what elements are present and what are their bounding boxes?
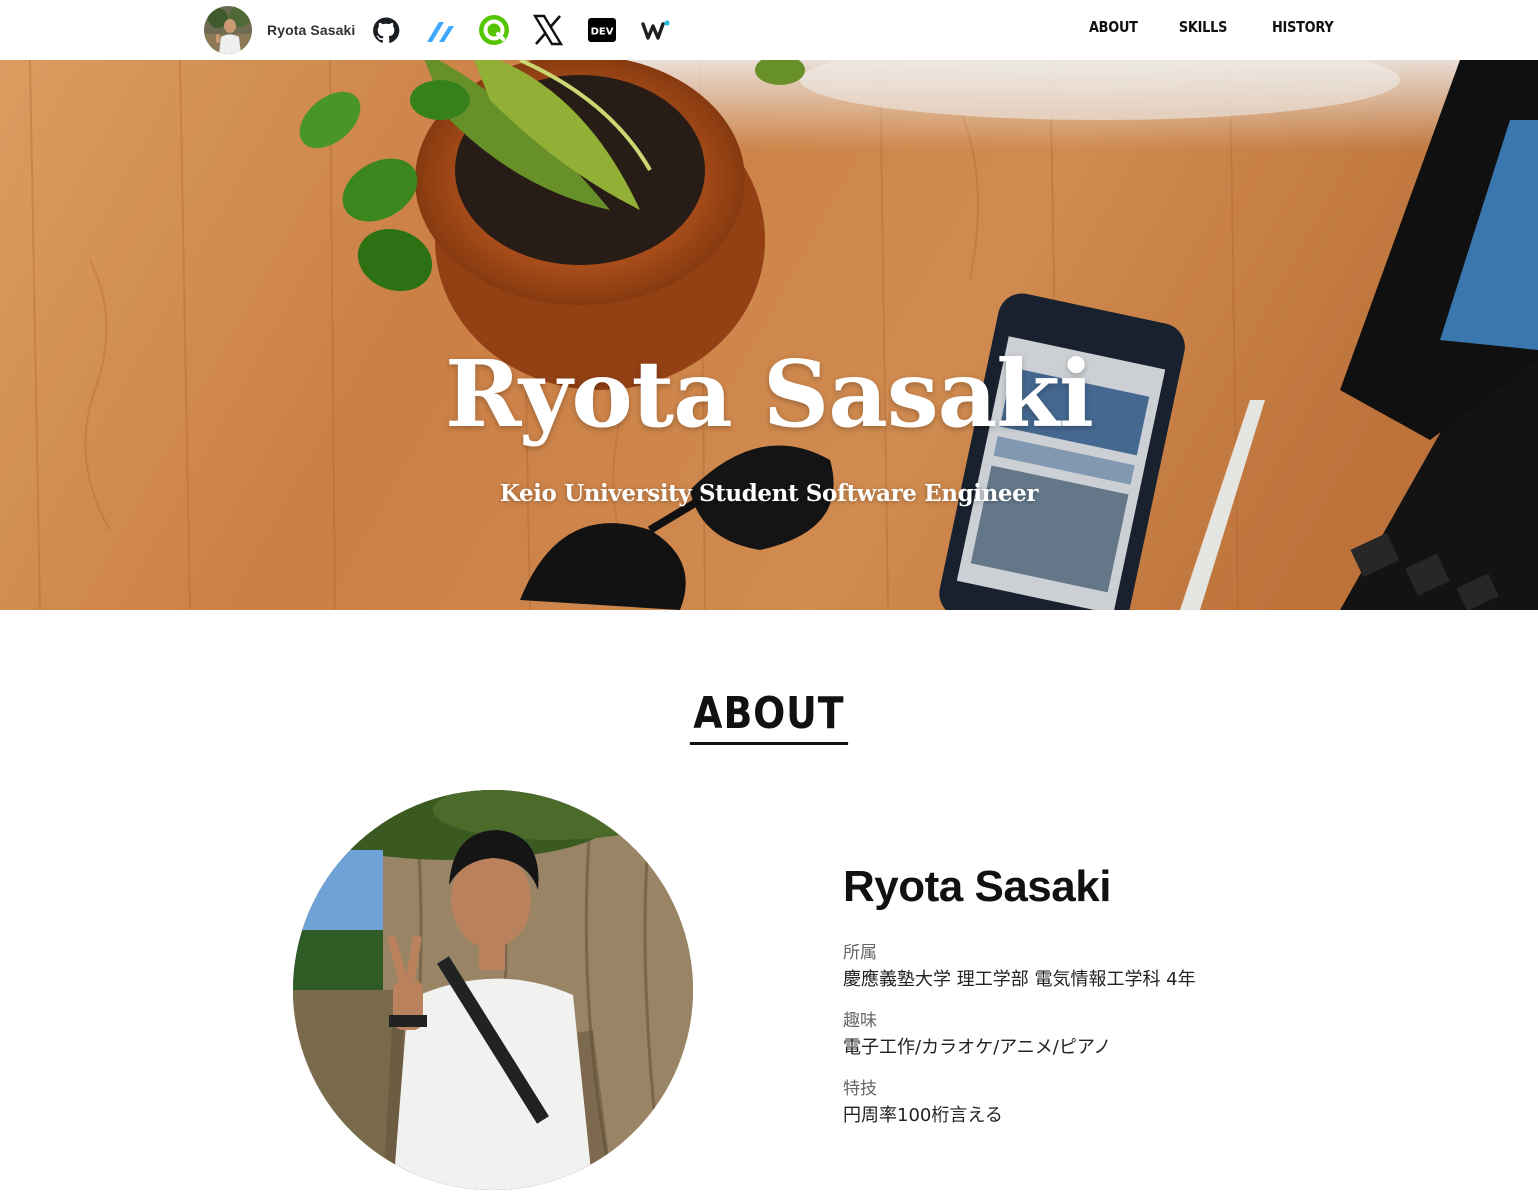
affiliation-label: 所属 bbox=[843, 943, 877, 963]
dev-badge-text: DEV bbox=[591, 27, 614, 38]
wantedly-link[interactable] bbox=[640, 12, 672, 48]
social-links: DEV bbox=[370, 12, 672, 48]
hero-subtitle: Keio University Student Software Enginee… bbox=[499, 480, 1039, 507]
brand-link[interactable]: Ryota Sasaki bbox=[204, 6, 355, 54]
about-heading-wrapper: ABOUT bbox=[0, 689, 1538, 746]
hobby-value: 電子工作/カラオケ/アニメ/ピアノ bbox=[843, 1037, 1112, 1058]
affiliation-value: 慶應義塾大学 理工学部 電気情報工学科 4年 bbox=[843, 969, 1196, 990]
nav-history-link[interactable]: HISTORY bbox=[1272, 18, 1334, 36]
profile-info: Ryota Sasaki 所属 慶應義塾大学 理工学部 電気情報工学科 4年 趣… bbox=[843, 862, 1343, 1144]
about-heading: ABOUT bbox=[689, 689, 849, 746]
skill-value: 円周率100桁言える bbox=[843, 1105, 1003, 1126]
x-link[interactable] bbox=[532, 12, 564, 48]
zenn-icon bbox=[427, 22, 454, 42]
hero-background-image bbox=[0, 60, 1538, 610]
x-icon bbox=[532, 14, 564, 46]
hero-banner: Ryota Sasaki Keio University Student Sof… bbox=[0, 60, 1538, 610]
dev-link[interactable]: DEV bbox=[586, 12, 618, 48]
zenn-link[interactable] bbox=[424, 12, 456, 48]
brand-avatar bbox=[204, 6, 252, 54]
nav-about-link[interactable]: ABOUT bbox=[1089, 18, 1138, 36]
skill-label: 特技 bbox=[843, 1079, 877, 1099]
nav-skills-link[interactable]: SKILLS bbox=[1179, 18, 1228, 36]
hero-title: Ryota Sasaki bbox=[445, 340, 1094, 448]
wantedly-icon bbox=[641, 20, 670, 40]
brand-name: Ryota Sasaki bbox=[267, 22, 356, 38]
qiita-link[interactable] bbox=[478, 12, 510, 48]
top-navbar: Ryota Sasaki DEV ABOUT SKILLS HISTORY bbox=[0, 0, 1538, 60]
profile-name: Ryota Sasaki bbox=[843, 862, 1111, 911]
profile-photo bbox=[293, 790, 693, 1190]
dev-icon: DEV bbox=[588, 18, 616, 42]
github-icon bbox=[373, 17, 400, 43]
hobby-label: 趣味 bbox=[843, 1011, 877, 1031]
qiita-icon bbox=[479, 15, 509, 45]
main-nav: ABOUT SKILLS HISTORY bbox=[1081, 18, 1334, 36]
github-link[interactable] bbox=[370, 12, 402, 48]
